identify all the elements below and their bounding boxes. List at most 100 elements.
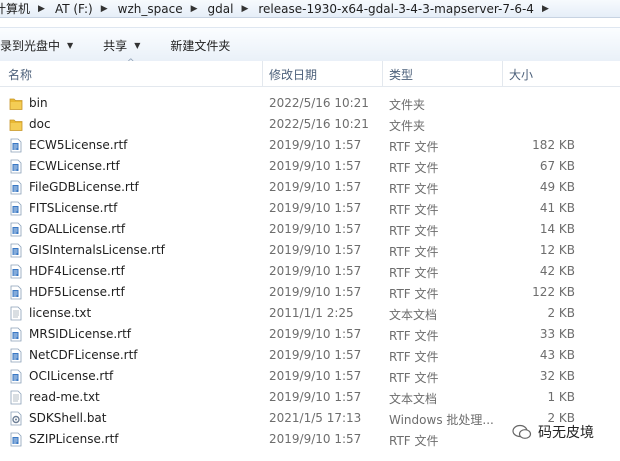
column-type[interactable]: 类型 xyxy=(389,66,413,83)
file-date: 2022/5/16 10:21 xyxy=(269,96,369,110)
file-row[interactable]: doc 2022/5/16 10:21 文件夹 xyxy=(0,114,620,135)
file-date: 2011/1/1 2:25 xyxy=(269,306,354,320)
file-date: 2019/9/10 1:57 xyxy=(269,201,362,215)
chevron-down-icon: ▼ xyxy=(67,40,74,50)
file-row[interactable]: ECW5License.rtf 2019/9/10 1:57 RTF 文件 182 K… xyxy=(0,135,620,156)
file-name: bin xyxy=(29,96,48,110)
file-type: RTF 文件 xyxy=(389,371,439,385)
chevron-right-icon[interactable]: ▶ xyxy=(187,4,202,14)
file-name: HDF4License.rtf xyxy=(29,264,125,278)
file-size: 1 KB xyxy=(547,390,575,404)
file-row[interactable]: MRSIDLicense.rtf 2019/9/10 1:57 RTF 文件 33 K… xyxy=(0,324,620,345)
file-row[interactable]: NetCDFLicense.rtf 2019/9/10 1:57 RTF 文件 43 … xyxy=(0,345,620,366)
file-date: 2019/9/10 1:57 xyxy=(269,432,362,446)
new-folder-button[interactable]: 新建文件夹 xyxy=(170,28,230,62)
file-size: 41 KB xyxy=(539,201,575,215)
file-date: 2019/9/10 1:57 xyxy=(269,348,362,362)
file-type: RTF 文件 xyxy=(389,140,439,154)
file-row[interactable]: read-me.txt 2019/9/10 1:57 文本文档 1 KB xyxy=(0,387,620,408)
file-type: RTF 文件 xyxy=(389,224,439,238)
column-date[interactable]: 修改日期 xyxy=(269,66,317,83)
file-type: Windows 批处理... xyxy=(389,413,494,427)
file-row[interactable]: FileGDBLicense.rtf 2019/9/10 1:57 RTF 文件 49… xyxy=(0,177,620,198)
file-size: 67 KB xyxy=(539,159,575,173)
new-folder-label: 新建文件夹 xyxy=(170,38,231,53)
file-row[interactable]: bin 2022/5/16 10:21 文件夹 xyxy=(0,93,620,114)
file-type: RTF 文件 xyxy=(389,182,439,196)
file-type: RTF 文件 xyxy=(389,245,439,259)
file-row[interactable]: license.txt 2011/1/1 2:25 文本文档 2 KB xyxy=(0,303,620,324)
column-divider[interactable] xyxy=(382,61,383,86)
file-name: GISInternalsLicense.rtf xyxy=(29,243,165,257)
file-name: ECWLicense.rtf xyxy=(29,159,120,173)
file-name: HDF5License.rtf xyxy=(29,285,125,299)
breadcrumb-item[interactable]: AT (F:) ▶ xyxy=(49,2,112,16)
rtf-file-icon xyxy=(9,348,23,363)
file-name: SZIPLicense.rtf xyxy=(29,432,119,446)
breadcrumb-item[interactable]: release-1930-x64-gdal-3-4-3-mapserver-7-… xyxy=(252,2,553,16)
rtf-file-icon xyxy=(9,327,23,342)
file-date: 2019/9/10 1:57 xyxy=(269,369,362,383)
file-date: 2019/9/10 1:57 xyxy=(269,285,362,299)
sort-ascending-icon: ^ xyxy=(127,58,135,68)
chevron-right-icon[interactable]: ▶ xyxy=(97,4,112,14)
file-row[interactable]: HDF5License.rtf 2019/9/10 1:57 RTF 文件 122 K… xyxy=(0,282,620,303)
file-name: FileGDBLicense.rtf xyxy=(29,180,139,194)
file-name: GDALLicense.rtf xyxy=(29,222,126,236)
rtf-file-icon xyxy=(9,264,23,279)
watermark-text: 码无皮境 xyxy=(538,425,594,441)
breadcrumb-item[interactable]: gdal ▶ xyxy=(202,2,253,16)
file-type: 文本文档 xyxy=(389,308,438,322)
batch-file-icon xyxy=(9,411,23,426)
file-date: 2019/9/10 1:57 xyxy=(269,264,362,278)
file-type: RTF 文件 xyxy=(389,434,439,448)
column-name[interactable]: 名称 xyxy=(8,66,32,83)
file-type: 文本文档 xyxy=(389,392,438,406)
file-name: doc xyxy=(29,117,51,131)
breadcrumb-label: release-1930-x64-gdal-3-4-3-mapserver-7-… xyxy=(258,1,534,16)
file-date: 2019/9/10 1:57 xyxy=(269,180,362,194)
file-date: 2019/9/10 1:57 xyxy=(269,327,362,341)
file-row[interactable]: GISInternalsLicense.rtf 2019/9/10 1:57 RTF… xyxy=(0,240,620,261)
file-row[interactable]: HDF4License.rtf 2019/9/10 1:57 RTF 文件 42 KB xyxy=(0,261,620,282)
file-row[interactable]: ECWLicense.rtf 2019/9/10 1:57 RTF 文件 67 KB xyxy=(0,156,620,177)
file-size: 49 KB xyxy=(539,180,575,194)
file-name: OCILicense.rtf xyxy=(29,369,114,383)
file-size: 182 KB xyxy=(532,138,575,152)
breadcrumb-label: wzh_space xyxy=(117,1,183,16)
share-button[interactable]: 共享 ▼ xyxy=(103,28,140,62)
chevron-right-icon[interactable]: ▶ xyxy=(237,4,252,14)
file-row[interactable]: FITSLicense.rtf 2019/9/10 1:57 RTF 文件 41 KB xyxy=(0,198,620,219)
organize-button[interactable]: 刻录到光盘中 ▼ xyxy=(0,28,73,62)
chevron-right-icon[interactable]: ▶ xyxy=(34,4,49,14)
file-type: RTF 文件 xyxy=(389,329,439,343)
text-file-icon xyxy=(9,306,23,321)
file-name: SDKShell.bat xyxy=(29,411,107,425)
text-file-icon xyxy=(9,390,23,405)
chevron-right-icon[interactable]: ▶ xyxy=(538,4,553,14)
file-date: 2019/9/10 1:57 xyxy=(269,138,362,152)
wechat-icon xyxy=(512,424,532,439)
column-divider[interactable] xyxy=(502,61,503,86)
column-size[interactable]: 大小 xyxy=(509,66,533,83)
column-divider[interactable] xyxy=(262,61,263,86)
address-bar[interactable]: 计算机▶AT (F:)▶wzh_space▶gdal▶release-1930-… xyxy=(0,0,620,18)
file-type: 文件夹 xyxy=(389,119,426,133)
file-name: ECW5License.rtf xyxy=(29,138,128,152)
file-type: RTF 文件 xyxy=(389,350,439,364)
file-date: 2019/9/10 1:57 xyxy=(269,243,362,257)
file-date: 2019/9/10 1:57 xyxy=(269,222,362,236)
rtf-file-icon xyxy=(9,138,23,153)
rtf-file-icon xyxy=(9,369,23,384)
file-list: bin 2022/5/16 10:21 文件夹 doc 2022/5/16 10:21 文… xyxy=(0,93,620,450)
file-row[interactable]: OCILicense.rtf 2019/9/10 1:57 RTF 文件 32 KB xyxy=(0,366,620,387)
breadcrumb-label: gdal xyxy=(207,1,234,16)
breadcrumb-item[interactable]: wzh_space ▶ xyxy=(112,2,202,16)
rtf-file-icon xyxy=(9,432,23,447)
command-bar: 刻录到光盘中 ▼ 共享 ▼ 新建文件夹 xyxy=(0,27,620,63)
breadcrumb-item[interactable]: 计算机▶ xyxy=(0,0,49,17)
file-row[interactable]: GDALLicense.rtf 2019/9/10 1:57 RTF 文件 14 KB xyxy=(0,219,620,240)
file-date: 2022/5/16 10:21 xyxy=(269,117,369,131)
file-type: RTF 文件 xyxy=(389,287,439,301)
file-size: 43 KB xyxy=(539,348,575,362)
